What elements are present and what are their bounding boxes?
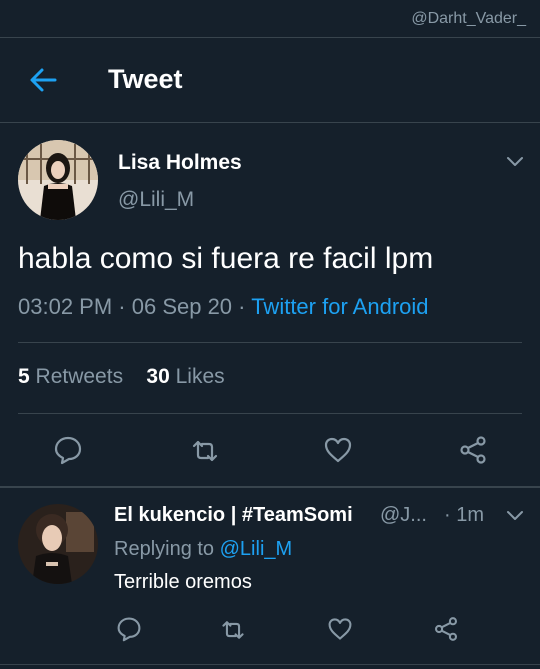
- reply-author-name[interactable]: El kukencio | #TeamSomi: [114, 504, 353, 527]
- tweet-stats: 5 Retweets 30 Likes: [18, 365, 225, 389]
- share-icon[interactable]: [458, 435, 488, 465]
- replying-to: Replying to @Lili_M: [114, 538, 292, 561]
- back-arrow-icon[interactable]: [28, 66, 58, 94]
- divider: [0, 664, 540, 665]
- replying-prefix: Replying to: [114, 538, 215, 560]
- chevron-down-icon[interactable]: [506, 510, 524, 522]
- author-handle[interactable]: @Lili_M: [118, 188, 194, 212]
- reply-avatar[interactable]: [18, 504, 98, 584]
- like-label: Likes: [175, 365, 225, 388]
- avatar-image: [18, 140, 98, 220]
- page-title: Tweet: [108, 64, 183, 94]
- tweet-text: habla como si fuera re facil lpm: [18, 242, 434, 275]
- retweet-count: 5: [18, 365, 30, 388]
- comment-icon[interactable]: [53, 435, 83, 465]
- reply-author-handle[interactable]: @J...: [380, 504, 427, 527]
- watermark: @Darht_Vader_: [411, 10, 526, 27]
- divider: [18, 413, 522, 414]
- reply-avatar-image: [18, 504, 98, 584]
- meta-separator: ·: [112, 294, 132, 319]
- author-name[interactable]: Lisa Holmes: [118, 151, 242, 175]
- meta-separator: ·: [232, 294, 252, 319]
- likes-stat[interactable]: 30 Likes: [146, 365, 224, 388]
- tweet-time: 03:02 PM: [18, 294, 113, 319]
- tweet-date: 06 Sep 20: [131, 294, 233, 319]
- tweet-meta: 03:02 PM · 06 Sep 20 · Twitter for Andro…: [18, 294, 429, 320]
- divider: [0, 486, 540, 488]
- heart-icon[interactable]: [323, 435, 353, 465]
- divider: [0, 122, 540, 123]
- retweet-icon[interactable]: [220, 617, 246, 643]
- chevron-down-icon[interactable]: [506, 156, 524, 168]
- comment-icon[interactable]: [116, 616, 142, 642]
- retweet-icon[interactable]: [190, 436, 220, 466]
- reply-time: · 1m: [444, 504, 484, 526]
- avatar[interactable]: [18, 140, 98, 220]
- like-count: 30: [146, 365, 170, 388]
- share-icon[interactable]: [433, 616, 459, 642]
- header-bar: Tweet: [0, 38, 540, 122]
- tweet-source-link[interactable]: Twitter for Android: [251, 294, 428, 319]
- retweet-label: Retweets: [35, 365, 124, 388]
- divider: [18, 342, 522, 343]
- reply-text: Terrible oremos: [114, 571, 252, 593]
- heart-icon[interactable]: [327, 616, 353, 642]
- retweets-stat[interactable]: 5 Retweets: [18, 365, 123, 388]
- replying-handle-link[interactable]: @Lili_M: [220, 538, 293, 560]
